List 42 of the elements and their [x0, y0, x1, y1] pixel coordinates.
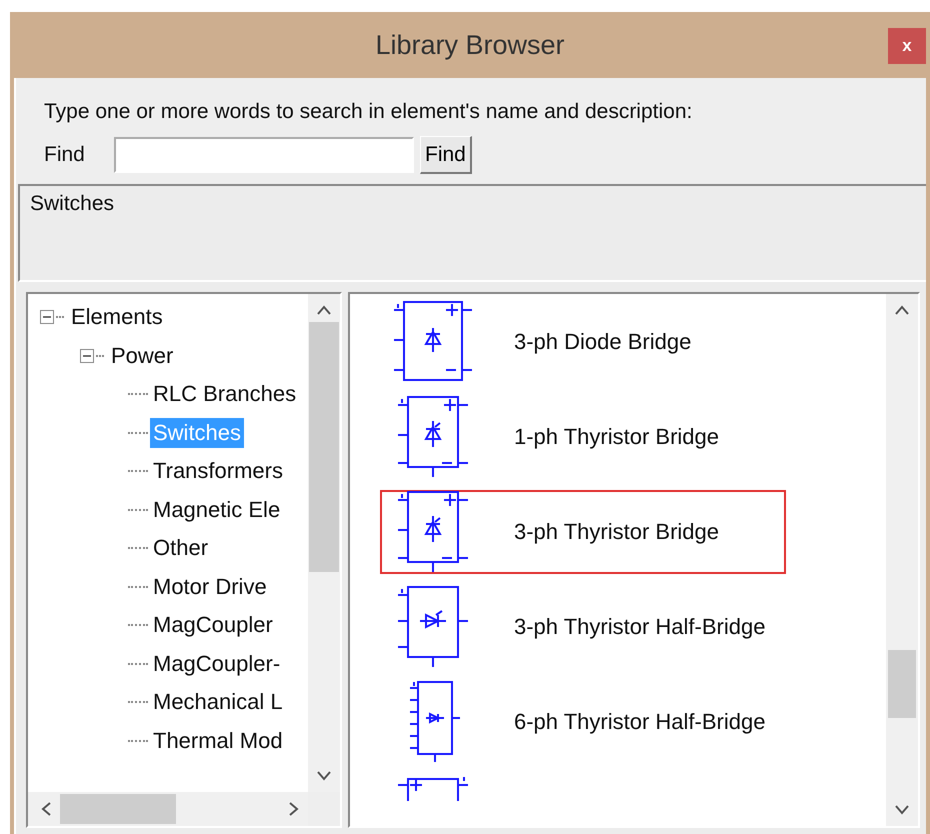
tree-item[interactable]: RLC Branches — [150, 379, 300, 410]
scroll-left-icon[interactable] — [40, 801, 52, 817]
list-item[interactable]: 1-ph Thyristor Bridge — [380, 395, 786, 479]
vertical-scrollbar[interactable] — [308, 294, 340, 792]
scroll-up-icon[interactable] — [894, 304, 910, 316]
element-name: 3-ph Diode Bridge — [514, 329, 692, 355]
tree-item[interactable]: MagCoupler — [150, 610, 276, 640]
tree-item[interactable]: Elements — [68, 302, 166, 332]
window-title: Library Browser — [375, 30, 565, 60]
element-name: 6-ph Thyristor Half-Bridge — [514, 709, 766, 735]
scrollbar-thumb[interactable] — [888, 650, 916, 718]
search-prompt: Type one or more words to search in element's name and description: — [44, 100, 694, 124]
tree-item[interactable]: Power — [108, 340, 176, 371]
tree-item[interactable]: MagCoupler- — [150, 648, 284, 679]
tree-item[interactable]: Other — [150, 533, 212, 564]
close-button[interactable]: x — [888, 28, 926, 64]
collapse-toggle-icon[interactable] — [40, 310, 54, 324]
find-input-field[interactable] — [114, 137, 414, 173]
element-name: 3-ph Thyristor Half-Bridge — [514, 614, 766, 640]
tree-item[interactable]: Magnetic Ele — [150, 494, 284, 525]
list-item[interactable]: 3-ph Thyristor Half-Bridge — [380, 585, 786, 669]
diode-bridge-symbol-icon[interactable] — [394, 300, 474, 384]
list-item[interactable]: 3-ph Thyristor Bridge — [380, 490, 786, 574]
list-item[interactable]: 3-ph Diode Bridge — [380, 300, 786, 384]
scroll-right-icon[interactable] — [288, 801, 300, 817]
scroll-down-icon[interactable] — [894, 804, 910, 816]
find-button[interactable]: Find — [420, 136, 472, 174]
tree-item[interactable]: Transformers — [150, 456, 286, 486]
list-item[interactable]: 6-ph Thyristor Half-Bridge — [380, 680, 786, 764]
scrollbar-thumb[interactable] — [60, 794, 176, 824]
description-text: Switches — [30, 192, 114, 215]
vertical-scrollbar[interactable] — [886, 294, 918, 826]
scroll-down-icon[interactable] — [316, 770, 332, 782]
collapse-toggle-icon[interactable] — [80, 348, 94, 363]
find-label: Find — [44, 143, 86, 167]
tree-item[interactable]: Thermal Mod — [150, 726, 286, 756]
scroll-up-icon[interactable] — [316, 304, 332, 316]
tree-item[interactable]: Mechanical L — [150, 687, 286, 718]
element-name: 3-ph Thyristor Bridge — [514, 519, 720, 545]
scrollbar-thumb[interactable] — [309, 322, 339, 572]
element-name: 1-ph Thyristor Bridge — [514, 424, 720, 450]
tree-item[interactable]: Motor Drive — [150, 572, 270, 602]
